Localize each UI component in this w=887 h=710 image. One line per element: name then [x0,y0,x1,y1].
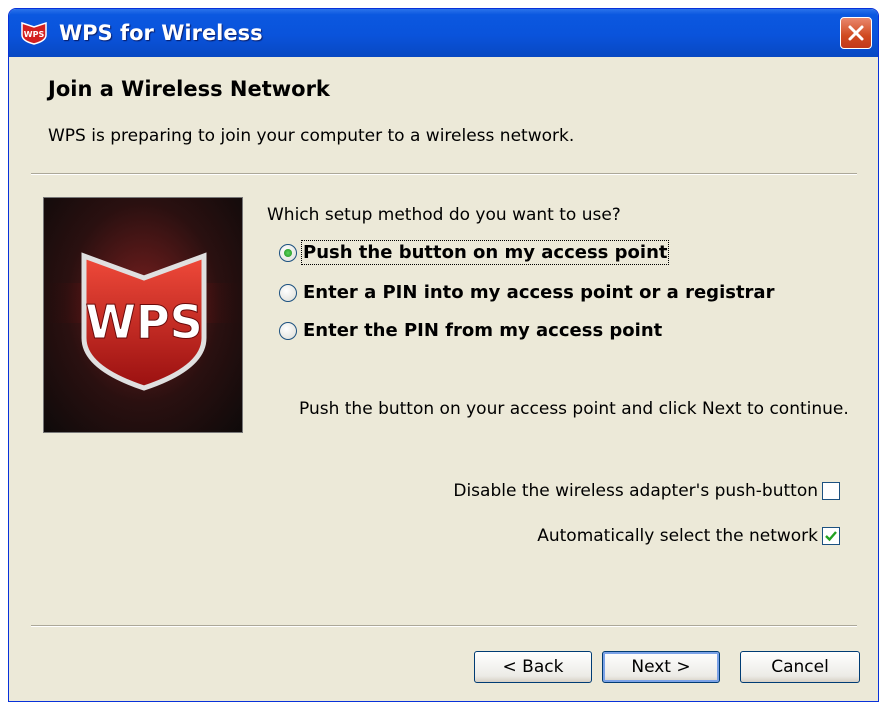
option-label: Enter the PIN from my access point [303,320,663,341]
cancel-button[interactable]: Cancel [740,651,860,683]
page-title: Join a Wireless Network [48,77,330,101]
option-label: Enter a PIN into my access point or a re… [303,282,775,303]
close-button[interactable] [840,17,872,49]
instruction-text: Push the button on your access point and… [299,399,849,419]
auto-select-option[interactable]: Automatically select the network [537,526,840,546]
page-subtitle: WPS is preparing to join your computer t… [48,126,575,146]
option-pin-into-ap[interactable]: Enter a PIN into my access point or a re… [279,282,774,303]
option-label: Push the button on my access point [300,240,670,265]
checkbox-label: Automatically select the network [537,526,818,546]
checkbox-label: Disable the wireless adapter's push-butt… [453,481,818,501]
radio-pin-from-ap[interactable] [279,321,297,340]
option-push-button[interactable]: Push the button on my access point [279,240,670,265]
checkmark-icon [825,531,837,542]
back-button[interactable]: < Back [474,651,592,683]
footer-divider [31,625,857,627]
window-title: WPS for Wireless [59,21,263,45]
wps-logo-text: WPS [85,295,203,349]
wps-dialog-window: WPS WPS for Wireless Join a Wireless Net… [8,8,879,702]
radio-pin-into-ap[interactable] [279,283,297,302]
setup-question: Which setup method do you want to use? [267,205,621,225]
title-bar[interactable]: WPS WPS for Wireless [9,9,878,57]
close-icon [848,25,864,41]
radio-push-button[interactable] [279,243,297,262]
disable-pushbutton-option[interactable]: Disable the wireless adapter's push-butt… [453,481,840,501]
svg-text:WPS: WPS [24,30,45,39]
option-pin-from-ap[interactable]: Enter the PIN from my access point [279,320,662,341]
wps-banner-image: WPS [43,197,243,433]
disable-pushbutton-checkbox[interactable] [822,482,840,500]
wps-app-icon: WPS [19,20,49,46]
header-divider [31,173,857,175]
auto-select-checkbox[interactable] [822,527,840,545]
next-button[interactable]: Next > [602,651,720,683]
